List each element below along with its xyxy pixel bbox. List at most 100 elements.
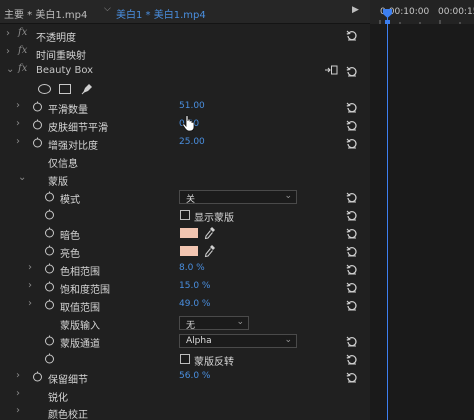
- saturation-range-value[interactable]: 15.0 %: [179, 281, 210, 291]
- master-clip-tab[interactable]: 主要 * 美白1.mp4: [4, 6, 87, 21]
- invert-mask-checkbox[interactable]: [180, 354, 190, 364]
- sequence-clip-tab[interactable]: 美白1 * 美白1.mp4: [116, 6, 206, 21]
- preserve-detail-value[interactable]: 56.0 %: [179, 371, 210, 381]
- reset-icon[interactable]: [346, 227, 358, 239]
- chevron-right-icon[interactable]: ›: [28, 298, 32, 309]
- param-row-contrast-enhance[interactable]: › 增强对比度 25.00: [0, 134, 370, 152]
- stopwatch-icon[interactable]: [44, 263, 55, 274]
- reset-icon[interactable]: [346, 119, 358, 131]
- stopwatch-icon[interactable]: [44, 335, 55, 346]
- reset-icon[interactable]: [346, 371, 358, 383]
- group-row-mask[interactable]: ⌄ 蒙版: [0, 170, 370, 188]
- fx-badge-icon[interactable]: fx: [18, 63, 27, 74]
- chevron-right-icon[interactable]: ›: [16, 388, 20, 399]
- stopwatch-icon[interactable]: [32, 101, 43, 112]
- reset-icon[interactable]: [346, 65, 358, 77]
- eyedropper-icon[interactable]: [204, 226, 216, 240]
- stopwatch-icon[interactable]: [44, 227, 55, 238]
- param-row-mask-channel[interactable]: 蒙版通道 Alpha ⌄: [0, 332, 370, 350]
- param-row-mask-input[interactable]: 蒙版输入 无 ⌄: [0, 314, 370, 332]
- param-row-show-mask[interactable]: 显示蒙版: [0, 206, 370, 224]
- param-label: 模式: [60, 195, 80, 206]
- fx-badge-icon[interactable]: fx: [18, 27, 27, 38]
- reset-icon[interactable]: [346, 353, 358, 365]
- stopwatch-icon[interactable]: [44, 299, 55, 310]
- smoothing-amount-value[interactable]: 51.00: [179, 101, 205, 111]
- param-row-mode[interactable]: 模式 关 ⌄: [0, 188, 370, 206]
- play-triangle-icon[interactable]: ▶: [352, 5, 359, 15]
- stopwatch-icon[interactable]: [32, 137, 43, 148]
- timecode-label: 00:00:15: [438, 7, 474, 17]
- chevron-right-icon[interactable]: ›: [6, 28, 10, 39]
- mask-input-select-value: 无: [186, 321, 196, 331]
- chevron-right-icon[interactable]: ›: [6, 46, 10, 57]
- effect-label: Beauty Box: [36, 65, 94, 76]
- playhead-line[interactable]: [387, 15, 388, 420]
- chevron-right-icon[interactable]: ›: [16, 405, 20, 416]
- show-mask-checkbox[interactable]: [180, 210, 190, 220]
- reset-icon[interactable]: [346, 281, 358, 293]
- chevron-down-icon[interactable]: ⌵: [104, 4, 111, 14]
- param-row-saturation-range[interactable]: › 饱和度范围 15.0 %: [0, 278, 370, 296]
- param-label: 仅信息: [48, 159, 78, 170]
- param-row-invert-mask[interactable]: 蒙版反转: [0, 350, 370, 368]
- contrast-enhance-value[interactable]: 25.00: [179, 137, 205, 147]
- effect-row-beauty-box[interactable]: ⌄ fx Beauty Box: [0, 62, 370, 80]
- chevron-right-icon[interactable]: ›: [16, 370, 20, 381]
- value-range-value[interactable]: 49.0 %: [179, 299, 210, 309]
- light-color-swatch[interactable]: [180, 246, 198, 256]
- param-row-light-color[interactable]: 亮色: [0, 242, 370, 260]
- pen-mask-icon[interactable]: [80, 82, 94, 96]
- stopwatch-icon[interactable]: [44, 281, 55, 292]
- mode-select[interactable]: 关 ⌄: [179, 190, 297, 205]
- dark-color-swatch[interactable]: [180, 228, 198, 238]
- group-row-sharpen[interactable]: › 锐化: [0, 386, 370, 404]
- checkbox-label: 蒙版反转: [194, 357, 234, 368]
- effect-settings-icon[interactable]: [324, 64, 338, 76]
- group-label: 颜色校正: [48, 410, 88, 420]
- chevron-right-icon[interactable]: ›: [28, 280, 32, 291]
- reset-icon[interactable]: [346, 191, 358, 203]
- reset-icon[interactable]: [346, 299, 358, 311]
- reset-icon[interactable]: [346, 209, 358, 221]
- param-row-hue-range[interactable]: › 色相范围 8.0 %: [0, 260, 370, 278]
- reset-icon[interactable]: [346, 101, 358, 113]
- reset-icon[interactable]: [346, 263, 358, 275]
- stopwatch-icon[interactable]: [44, 353, 55, 364]
- param-row-preserve-detail[interactable]: › 保留细节 56.0 %: [0, 368, 370, 386]
- stopwatch-icon[interactable]: [44, 209, 55, 220]
- eyedropper-icon[interactable]: [204, 244, 216, 258]
- reset-icon[interactable]: [346, 29, 358, 41]
- param-label: 皮肤细节平滑: [48, 123, 108, 134]
- chevron-right-icon[interactable]: ›: [28, 262, 32, 273]
- timeline-panel[interactable]: 0:00:10:00 00:00:15: [370, 0, 474, 420]
- chevron-right-icon[interactable]: ›: [16, 136, 20, 147]
- stopwatch-icon[interactable]: [44, 191, 55, 202]
- param-row-info-only[interactable]: 仅信息: [0, 152, 370, 170]
- effect-row-opacity[interactable]: › fx 不透明度: [0, 26, 370, 44]
- hue-range-value[interactable]: 8.0 %: [179, 263, 205, 273]
- reset-icon[interactable]: [346, 335, 358, 347]
- param-label: 暗色: [60, 231, 80, 242]
- effect-row-time-remap[interactable]: › fx 时间重映射: [0, 44, 370, 62]
- param-row-dark-color[interactable]: 暗色: [0, 224, 370, 242]
- rect-mask-icon[interactable]: [59, 84, 71, 94]
- chevron-right-icon[interactable]: ›: [16, 118, 20, 129]
- reset-icon[interactable]: [346, 137, 358, 149]
- ellipse-mask-icon[interactable]: [38, 84, 51, 94]
- chevron-right-icon[interactable]: ›: [16, 100, 20, 111]
- mask-input-select[interactable]: 无 ⌄: [179, 316, 249, 331]
- chevron-down-icon: ⌄: [236, 317, 244, 327]
- fx-badge-icon[interactable]: fx: [18, 45, 27, 56]
- group-row-color-correct[interactable]: › 颜色校正: [0, 403, 370, 420]
- chevron-down-icon[interactable]: ⌄: [18, 172, 26, 183]
- stopwatch-icon[interactable]: [32, 119, 43, 130]
- chevron-down-icon[interactable]: ⌄: [6, 64, 14, 75]
- reset-icon[interactable]: [346, 245, 358, 257]
- stopwatch-icon[interactable]: [44, 245, 55, 256]
- playhead-icon[interactable]: [382, 8, 393, 19]
- param-row-value-range[interactable]: › 取值范围 49.0 %: [0, 296, 370, 314]
- stopwatch-icon[interactable]: [32, 371, 43, 382]
- param-label: 色相范围: [60, 267, 100, 278]
- mask-channel-select[interactable]: Alpha ⌄: [179, 334, 297, 348]
